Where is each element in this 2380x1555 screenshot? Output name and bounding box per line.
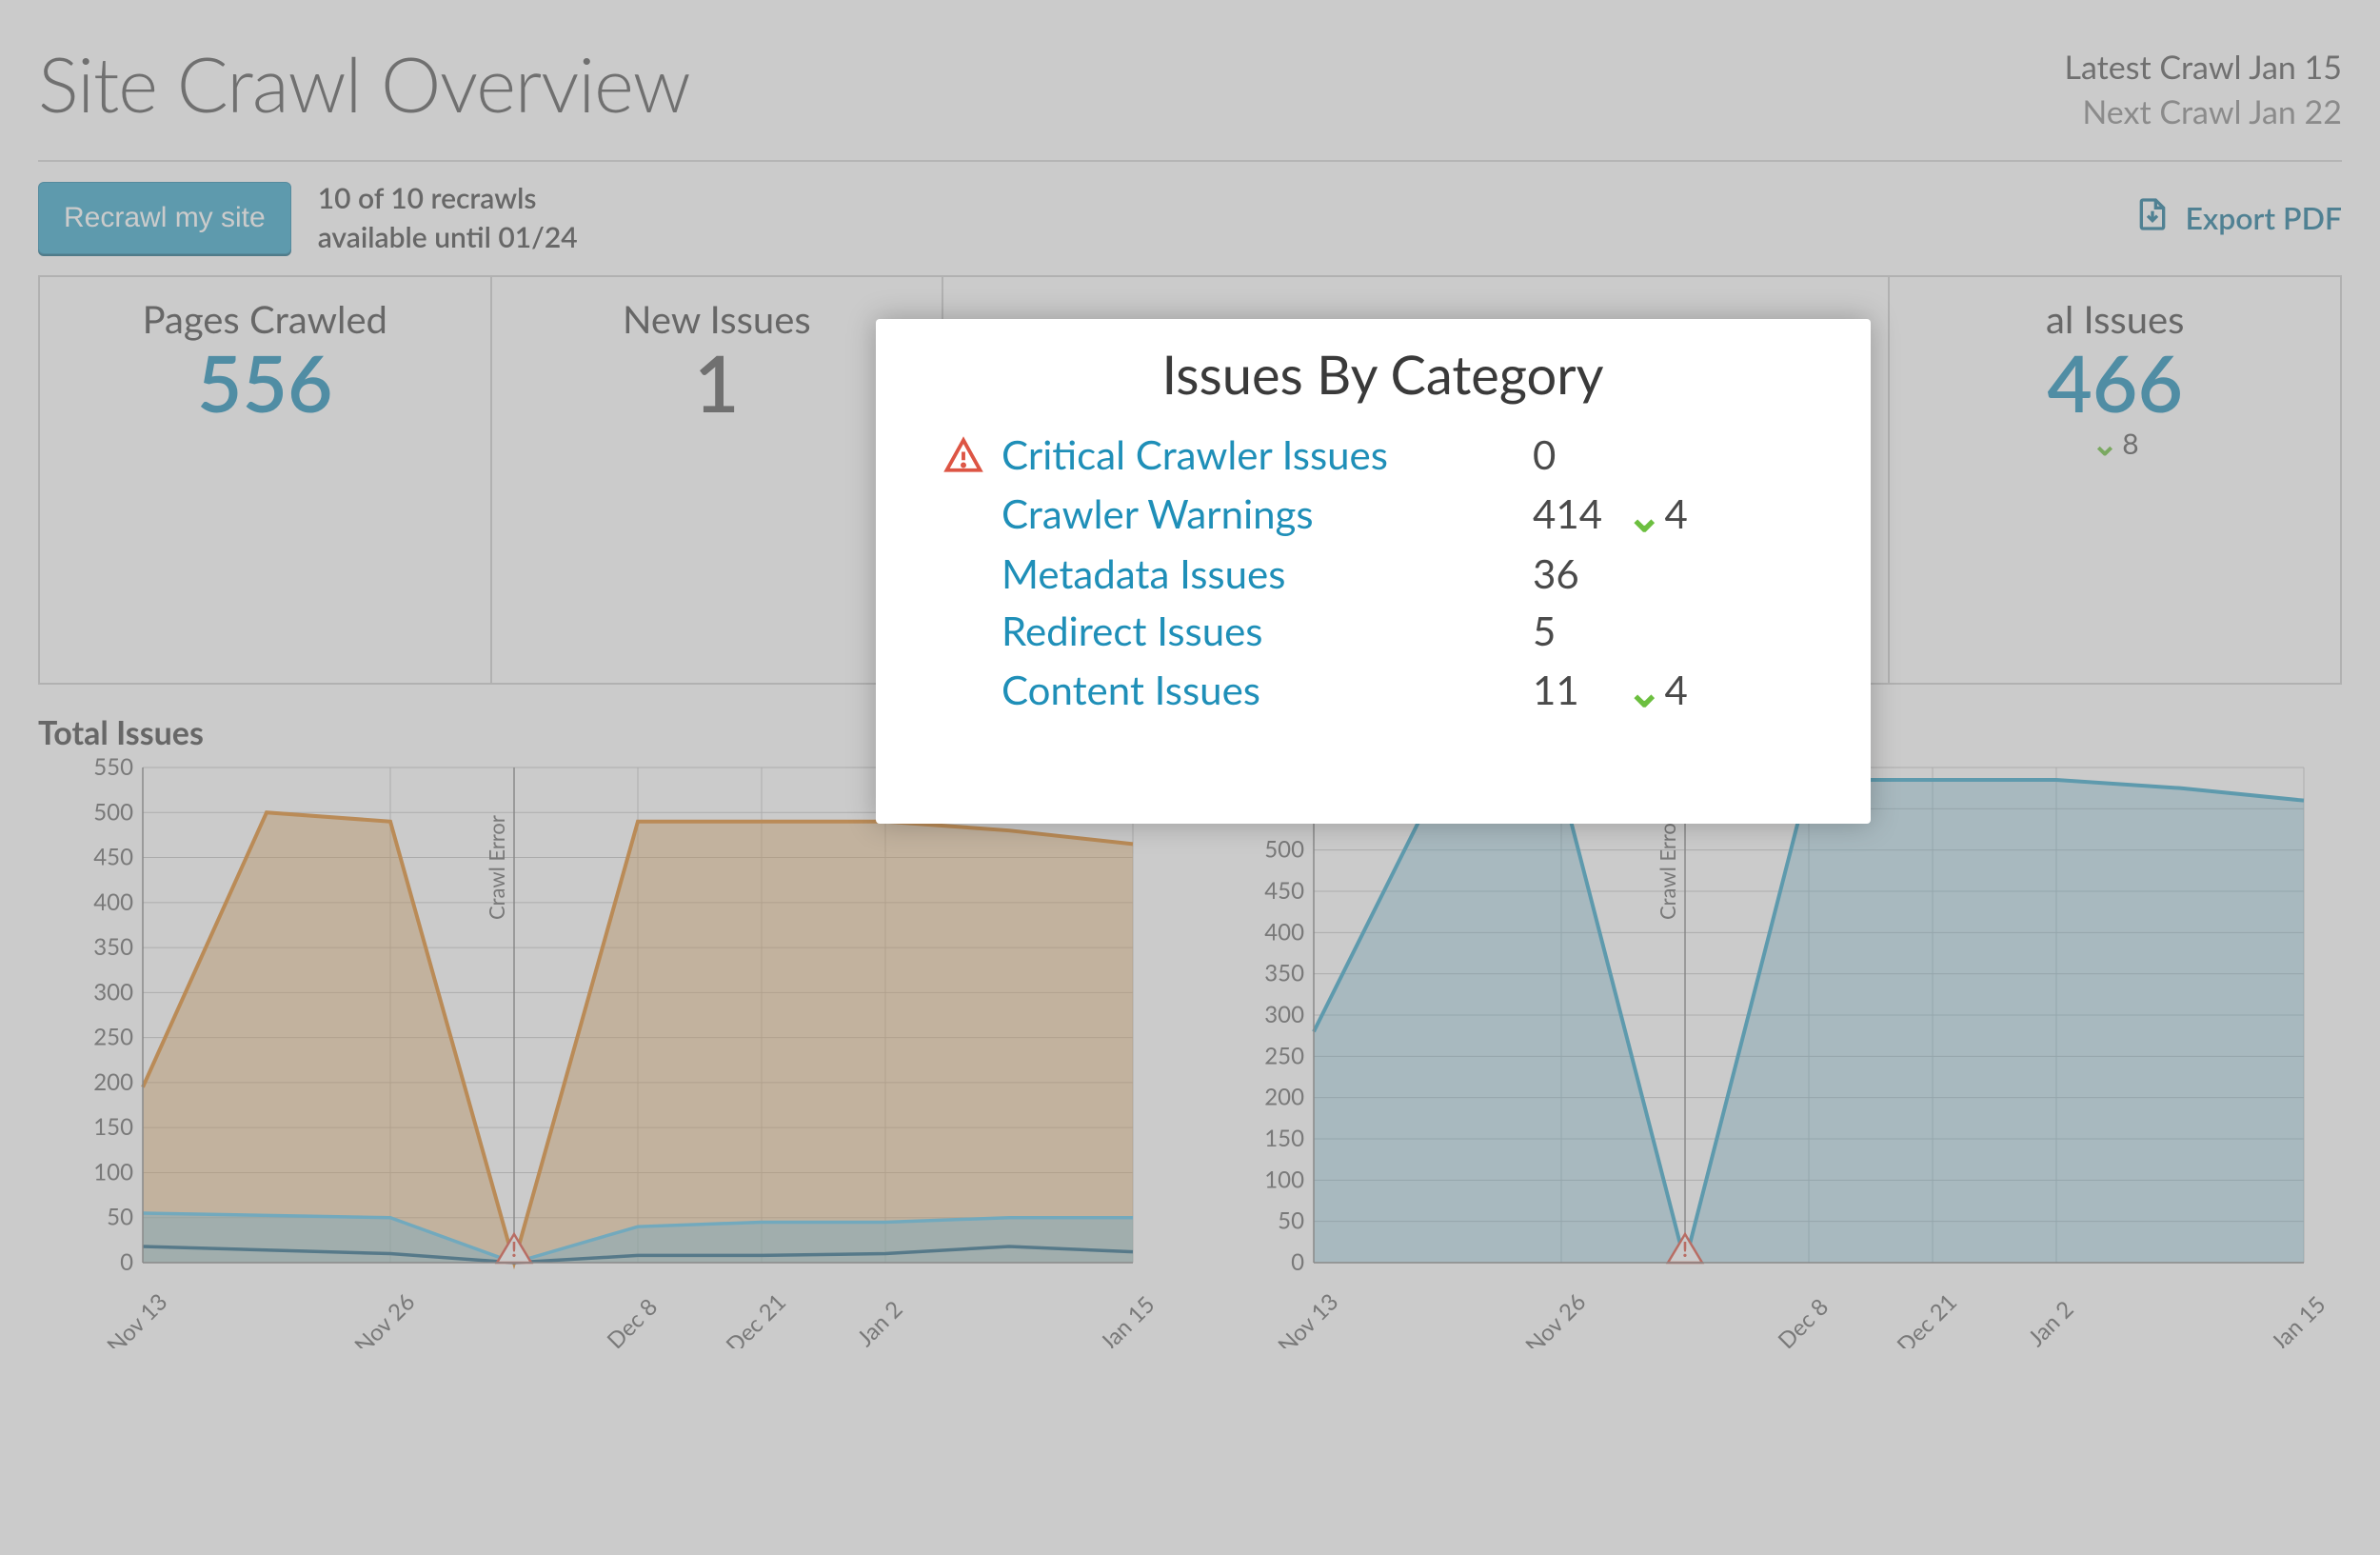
category-delta: ⌄4 (1626, 484, 1688, 546)
action-row: Recrawl my site 10 of 10 recrawls availa… (38, 179, 2342, 256)
svg-text:300: 300 (1264, 1001, 1304, 1028)
warning-triangle-icon (942, 435, 984, 475)
category-count: 5 (1533, 603, 1609, 660)
svg-text:250: 250 (93, 1024, 133, 1051)
svg-text:Dec 21: Dec 21 (721, 1288, 791, 1348)
svg-text:0: 0 (120, 1248, 133, 1276)
svg-text:550: 550 (93, 758, 133, 781)
category-link[interactable]: Redirect Issues (1002, 603, 1516, 660)
svg-text:Dec 8: Dec 8 (1773, 1293, 1835, 1348)
popup-title: Issues By Category (942, 342, 1823, 406)
svg-text:Jan 15: Jan 15 (1094, 1290, 1160, 1348)
svg-text:Jan 2: Jan 2 (2022, 1295, 2078, 1348)
stat-label-partial: al Issues (1890, 296, 2340, 342)
category-row: Redirect Issues 5 (942, 603, 1823, 660)
svg-text:Dec 21: Dec 21 (1892, 1288, 1962, 1348)
svg-text:450: 450 (93, 844, 133, 871)
svg-text:300: 300 (93, 978, 133, 1006)
svg-text:Crawl Error: Crawl Error (1655, 815, 1680, 920)
category-count: 11 (1533, 662, 1609, 719)
svg-text:350: 350 (93, 933, 133, 961)
stat-label: New Issues (492, 296, 942, 342)
category-link[interactable]: Content Issues (1002, 662, 1516, 719)
svg-text:350: 350 (1264, 960, 1304, 987)
stat-value-partial: 466 (1890, 336, 2340, 429)
category-row: Critical Crawler Issues 0 (942, 427, 1823, 484)
next-crawl-label: Next Crawl Jan 22 (2065, 92, 2342, 131)
svg-text:400: 400 (1264, 918, 1304, 946)
stat-value: 1 (492, 336, 942, 429)
category-delta: ⌄4 (1626, 659, 1688, 721)
chart-svg-right: 050100150200250300350400450500550600Nov … (1209, 758, 2342, 1348)
svg-text:Jan 15: Jan 15 (2265, 1290, 2330, 1348)
recrawl-availability: 10 of 10 recrawls available until 01/24 (318, 179, 578, 256)
svg-text:Nov 13: Nov 13 (1273, 1288, 1344, 1348)
download-icon (2133, 195, 2172, 240)
recrawl-button[interactable]: Recrawl my site (38, 182, 291, 254)
category-link[interactable]: Critical Crawler Issues (1002, 427, 1516, 484)
category-link[interactable]: Crawler Warnings (1002, 486, 1516, 543)
category-count: 0 (1533, 427, 1609, 484)
stat-delta: ⌄ 8 (2092, 424, 2139, 464)
stat-pages-crawled[interactable]: Pages Crawled 556 (40, 277, 492, 683)
category-row: Crawler Warnings 414 ⌄4 (942, 484, 1823, 546)
svg-text:0: 0 (1291, 1248, 1304, 1276)
svg-text:100: 100 (93, 1158, 133, 1186)
category-row: Content Issues 11 ⌄4 (942, 659, 1823, 721)
svg-text:Nov 26: Nov 26 (349, 1288, 421, 1348)
delta-value: 8 (2122, 427, 2138, 461)
stat-label: Pages Crawled (40, 296, 490, 342)
recrawl-info-line2: available until 01/24 (318, 218, 578, 257)
svg-text:!: ! (511, 1236, 517, 1262)
category-count: 36 (1533, 546, 1609, 603)
svg-text:Jan 2: Jan 2 (851, 1295, 907, 1348)
svg-text:150: 150 (93, 1113, 133, 1141)
page-title: Site Crawl Overview (38, 38, 690, 130)
category-row: Metadata Issues 36 (942, 546, 1823, 603)
latest-crawl-label: Latest Crawl Jan 15 (2065, 48, 2342, 87)
stat-value: 556 (40, 336, 490, 429)
issues-by-category-popup: Issues By Category Critical Crawler Issu… (876, 319, 1871, 824)
page-header: Site Crawl Overview Latest Crawl Jan 15 … (38, 38, 2342, 162)
svg-text:100: 100 (1264, 1166, 1304, 1193)
svg-text:Nov 26: Nov 26 (1520, 1288, 1592, 1348)
category-link[interactable]: Metadata Issues (1002, 546, 1516, 603)
stat-total-issues[interactable]: al Issues 466 ⌄ 8 (1890, 277, 2340, 683)
svg-text:50: 50 (107, 1204, 133, 1231)
recrawl-info-line1: 10 of 10 recrawls (318, 179, 578, 218)
chevron-down-icon: ⌄ (1626, 659, 1663, 721)
export-pdf-link[interactable]: Export PDF (2133, 195, 2342, 240)
svg-text:50: 50 (1278, 1207, 1304, 1235)
svg-text:400: 400 (93, 888, 133, 916)
svg-text:Nov 13: Nov 13 (102, 1288, 173, 1348)
crawl-dates: Latest Crawl Jan 15 Next Crawl Jan 22 (2065, 48, 2342, 131)
chevron-down-icon: ⌄ (2092, 424, 2119, 464)
category-count: 414 (1533, 486, 1609, 543)
svg-text:Dec 8: Dec 8 (602, 1293, 664, 1348)
svg-text:!: ! (1682, 1236, 1688, 1262)
chevron-down-icon: ⌄ (1626, 484, 1663, 546)
svg-text:200: 200 (1264, 1084, 1304, 1111)
chart-svg-left: 0 50 100 150 200 250 300 350 400 450 500 550 Nov 13 N… (38, 758, 1171, 1348)
svg-text:250: 250 (1264, 1042, 1304, 1069)
svg-text:150: 150 (1264, 1125, 1304, 1152)
export-label: Export PDF (2185, 199, 2342, 236)
svg-text:200: 200 (93, 1068, 133, 1096)
svg-text:500: 500 (1264, 836, 1304, 864)
svg-text:500: 500 (93, 798, 133, 826)
svg-text:Crawl Error: Crawl Error (484, 815, 509, 920)
svg-text:450: 450 (1264, 877, 1304, 905)
